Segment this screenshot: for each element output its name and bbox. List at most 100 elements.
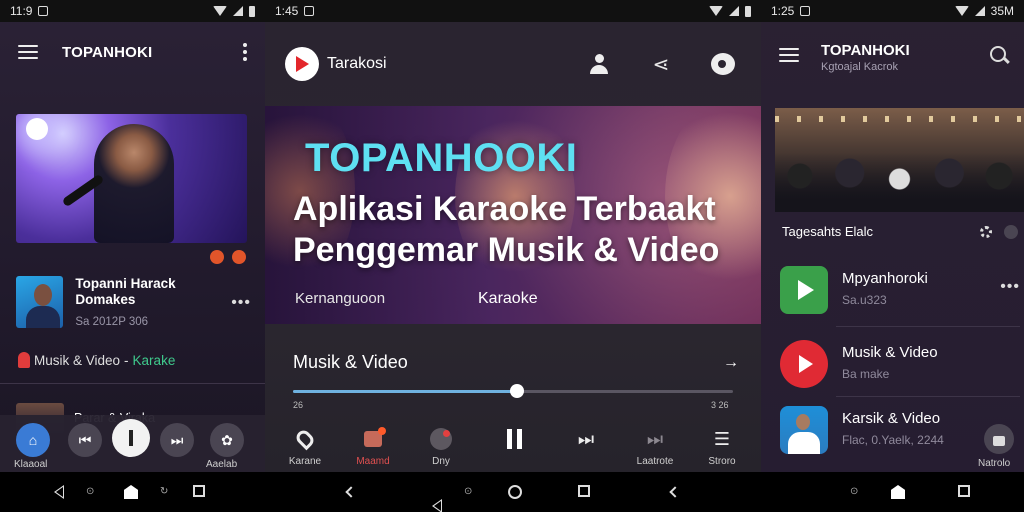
skip-control[interactable]: ⏭ Laatrote <box>635 426 675 468</box>
arrow-right-icon[interactable]: → <box>723 354 739 372</box>
divider <box>0 383 265 384</box>
recents-icon[interactable] <box>578 485 590 497</box>
back-icon[interactable] <box>54 485 64 499</box>
wifi-icon <box>954 6 969 16</box>
notification-icon <box>800 6 811 16</box>
search-icon[interactable] <box>990 46 1006 62</box>
progress-track[interactable] <box>293 384 733 398</box>
app-bar: Tarakosi ⋖ <box>265 22 761 106</box>
category-primary: Musik & Video <box>34 352 121 368</box>
control-label: Karane <box>288 456 322 467</box>
back-icon[interactable] <box>432 499 442 512</box>
assistant-icon[interactable]: ⊙ <box>464 486 472 497</box>
rotate-icon[interactable]: ↻ <box>160 486 168 497</box>
disc-icon <box>430 428 452 450</box>
home-icon[interactable] <box>891 485 905 499</box>
status-time: 1:25 <box>771 4 795 18</box>
recents-icon[interactable] <box>958 485 970 497</box>
control-label: Dny <box>432 456 450 467</box>
list-item[interactable]: Musik & Video Ba make <box>780 340 1020 388</box>
lock-icon[interactable] <box>984 424 1014 454</box>
status-bar: 1:45 <box>265 0 761 22</box>
category-label[interactable]: Musik & Video - Karake <box>18 352 175 368</box>
bar-left-label: Klaaoal <box>14 459 48 470</box>
home-icon[interactable] <box>124 485 138 499</box>
item-subtitle: Flac, 0.Yaelk, 2244 <box>842 433 944 447</box>
carousel-dot[interactable] <box>210 250 224 264</box>
time-start: 26 <box>293 400 304 410</box>
app-title: TOPANHOKI <box>62 43 153 61</box>
karaoke-control[interactable]: Karane <box>285 426 325 467</box>
track-item[interactable]: Topanni Harack Domakes Sa 2012P 306 ••• <box>16 276 251 328</box>
pause-button[interactable] <box>112 419 150 457</box>
track-subtitle: Sa 2012P 306 <box>75 316 149 328</box>
assistant-icon[interactable]: ⊙ <box>850 486 858 497</box>
profile-icon[interactable] <box>581 46 617 82</box>
progress-knob[interactable] <box>510 384 525 398</box>
share-icon[interactable]: ⋖ <box>643 46 679 82</box>
home-icon[interactable] <box>508 485 522 499</box>
track-more-icon[interactable]: ••• <box>231 294 251 312</box>
system-navigation-bar: ⊙ ↻ ⊙ ⊙ <box>0 472 1024 512</box>
carousel-dot[interactable] <box>232 250 246 264</box>
chat-icon[interactable] <box>705 46 741 82</box>
recents-icon[interactable] <box>193 485 205 497</box>
divider <box>836 326 1020 327</box>
settings-icon[interactable] <box>980 225 992 238</box>
battery-icon <box>745 5 751 17</box>
control-label: Stroro <box>708 456 736 467</box>
hero-headline-1: Aplikasi Karaoke Terbaakt <box>293 190 716 228</box>
message-control[interactable]: Maamd <box>353 426 393 467</box>
skip-previous-icon[interactable]: ⏮ <box>68 423 102 457</box>
item-title: Musik & Video <box>842 344 938 361</box>
featured-event-image[interactable] <box>775 108 1024 212</box>
share-icon[interactable]: ✿ <box>210 423 244 457</box>
home-icon[interactable]: ⌂ <box>16 423 50 457</box>
message-icon <box>364 427 386 447</box>
avatar-thumbnail <box>780 406 828 454</box>
more-icon[interactable]: ••• <box>1000 278 1020 296</box>
category-separator: - <box>124 352 129 368</box>
item-title: Karsik & Video <box>842 410 941 427</box>
disc-control[interactable]: Dny <box>421 426 461 467</box>
status-bar: 1:25 35M <box>761 0 1024 22</box>
time-end: 3 26 <box>711 400 729 410</box>
app-logo-icon[interactable] <box>285 47 319 81</box>
chevron-left-icon[interactable] <box>345 486 357 498</box>
list-icon: ☰ <box>713 428 731 449</box>
carousel-indicators[interactable] <box>210 250 246 264</box>
pause-control[interactable] <box>494 426 534 456</box>
hero-tag-2[interactable]: Karaoke <box>478 290 538 308</box>
menu-control[interactable]: ☰ Stroro <box>702 426 742 468</box>
skip-next-icon[interactable]: ⏭ <box>160 423 194 457</box>
status-time: 11:9 <box>10 4 33 18</box>
app-bar: TOPANHOKI Kgtoajal Kacrok <box>761 22 1024 88</box>
play-store-icon <box>780 266 828 314</box>
status-time: 1:45 <box>275 4 299 18</box>
menu-icon[interactable] <box>779 48 799 62</box>
assistant-icon[interactable]: ⊙ <box>86 486 94 497</box>
more-icon[interactable] <box>1004 224 1018 239</box>
signal-icon <box>729 6 739 16</box>
app-subtitle: Kgtoajal Kacrok <box>821 61 899 73</box>
list-item[interactable]: Mpyanhoroki Sa.u323 ••• <box>780 266 1020 314</box>
control-label: Laatrote <box>636 456 674 467</box>
notification-icon <box>38 6 49 16</box>
item-subtitle: Sa.u323 <box>842 293 887 307</box>
more-options-icon[interactable] <box>243 43 247 61</box>
red-play-icon <box>780 340 828 388</box>
next-control[interactable]: ⏭ <box>566 426 606 456</box>
app-title: TOPANHOKI <box>821 42 910 59</box>
hero-banner[interactable]: TOPANHOOKI Aplikasi Karaoke Terbaakt Pen… <box>265 106 761 324</box>
menu-icon[interactable] <box>18 45 38 59</box>
list-item[interactable]: Karsik & Video Flac, 0.Yaelk, 2244 <box>780 406 1020 454</box>
featured-video-thumbnail[interactable] <box>16 114 247 243</box>
chevron-left-icon[interactable] <box>669 486 681 498</box>
divider <box>836 396 1020 397</box>
brand-name: Tarakosi <box>327 55 387 72</box>
player-bar: ⌂ ⏮ ⏭ ✿ Klaaoal Aaelab <box>0 415 265 472</box>
lock-label: Natrolo <box>978 458 1011 469</box>
hero-tag-1[interactable]: Kernanguoon <box>295 290 385 307</box>
battery-icon <box>249 5 255 17</box>
wifi-icon <box>213 6 227 16</box>
